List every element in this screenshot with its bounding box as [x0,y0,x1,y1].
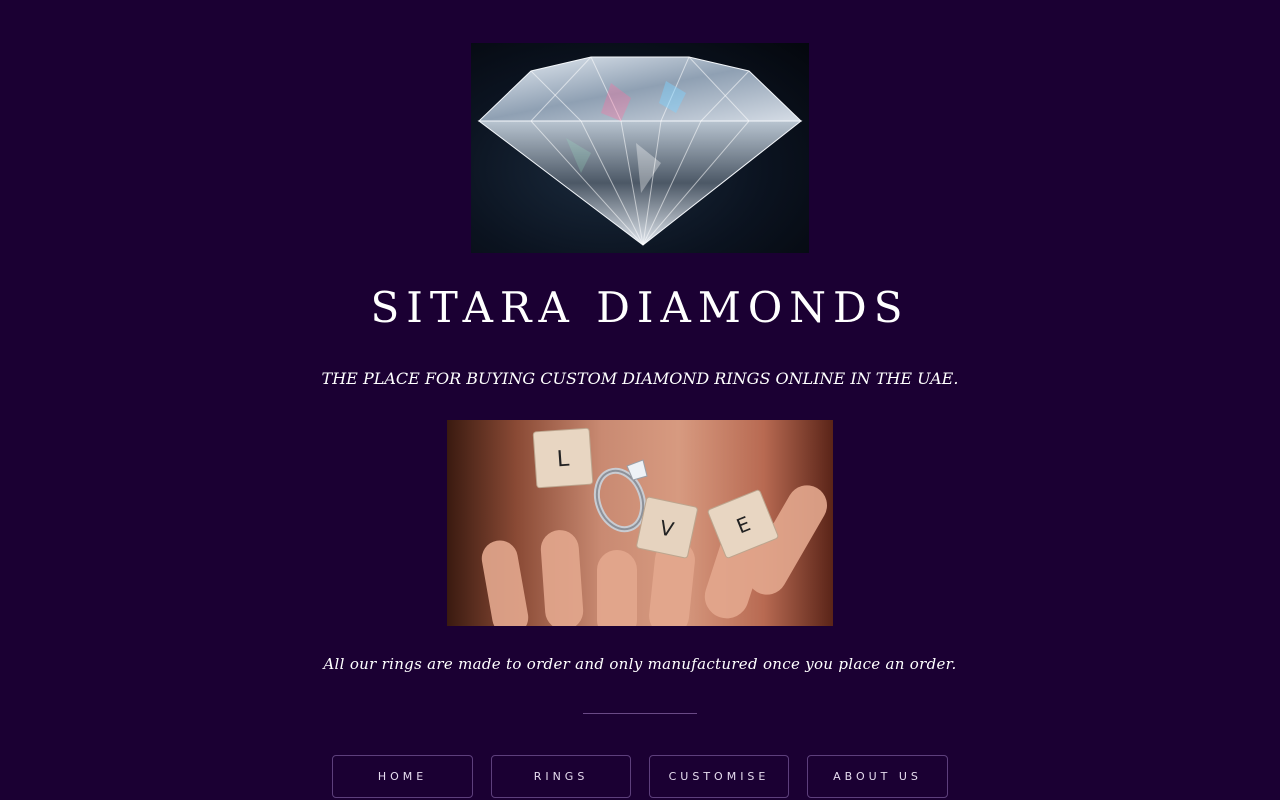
tile-l-letter: L [556,447,571,473]
divider [583,713,697,714]
nav-home-button[interactable]: HOME [332,755,473,798]
nav-about-us-button[interactable]: ABOUT US [807,755,948,798]
nav-customise-button[interactable]: CUSTOMISE [649,755,789,798]
love-ring-graphic: L V E [481,427,827,626]
site-title: SITARA DIAMONDS [370,283,910,332]
main-navigation: HOME RINGS CUSTOMISE ABOUT US [0,755,1280,800]
tagline: THE PLACE FOR BUYING CUSTOM DIAMOND RING… [321,369,959,388]
diamond-graphic [477,56,803,246]
diamond-hero-image [471,43,809,253]
love-ring-image: L V E [447,420,833,626]
made-to-order-note: All our rings are made to order and only… [323,655,957,673]
nav-rings-button[interactable]: RINGS [491,755,631,798]
